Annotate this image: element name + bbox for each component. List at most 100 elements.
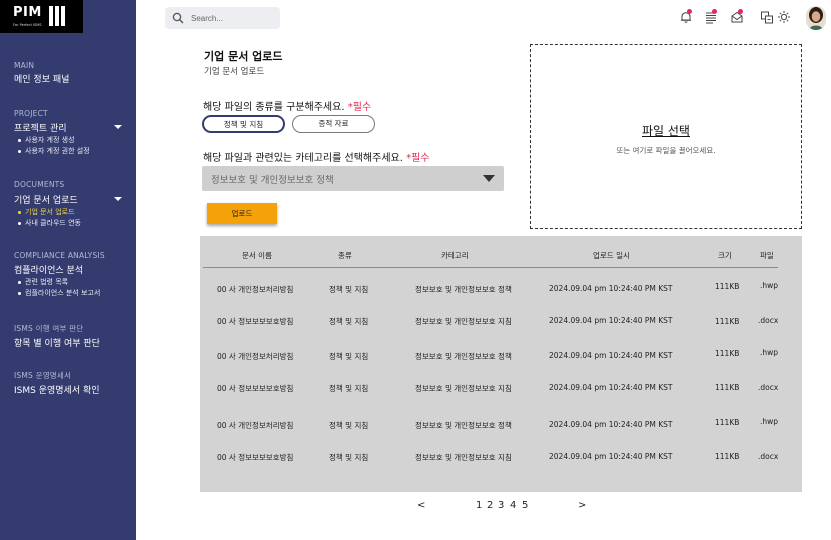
nav-sub-item[interactable]: 사용자 계정 권한 설정 xyxy=(18,146,90,156)
required-marker: *필수 xyxy=(406,153,430,164)
notification-badge xyxy=(712,9,717,14)
column-header-type: 종류 xyxy=(338,251,352,260)
cell-doc-size: 111KB xyxy=(715,418,740,427)
pagination-page[interactable]: 3 xyxy=(498,500,504,511)
avatar-icon xyxy=(806,6,826,30)
nav-sub-item-label: 사내 클라우드 연동 xyxy=(25,219,81,227)
nav-sub-item[interactable]: 사내 클라우드 연동 xyxy=(18,218,81,228)
section-label-compliance: COMPLIANCE ANALYSIS xyxy=(14,251,105,260)
cell-doc-name: 00 사 개인정보처리방침 xyxy=(217,421,294,430)
pagination-next[interactable]: > xyxy=(578,500,586,511)
cell-doc-type: 정책 및 지침 xyxy=(329,384,369,393)
cell-doc-file-ext[interactable]: .docx xyxy=(758,383,778,392)
bullet-icon xyxy=(18,280,21,284)
nav-isms-item-check[interactable]: 항목 별 이행 여부 판단 xyxy=(14,336,100,349)
cell-doc-file-ext[interactable]: .hwp xyxy=(760,281,778,290)
cell-doc-category: 정보보호 및 개인정보보호 지침 xyxy=(415,317,512,326)
cell-doc-file-ext[interactable]: .hwp xyxy=(760,348,778,357)
cell-doc-name: 00 사 개인정보처리방침 xyxy=(217,352,294,361)
cell-doc-size: 111KB xyxy=(715,383,740,392)
column-header-name: 문서 이름 xyxy=(242,251,272,260)
nav-sub-item-active[interactable]: 기업 문서 업로드 xyxy=(18,207,75,217)
column-header-upload-time: 업로드 일시 xyxy=(593,251,630,260)
sidebar: PIM For Perfect ISMS MAIN 메인 정보 패널 PROJE… xyxy=(0,0,136,540)
breadcrumb: 기업 문서 업로드 xyxy=(204,67,265,77)
nav-sub-item[interactable]: 관련 법령 목록 xyxy=(18,277,68,287)
cell-doc-type: 정책 및 지침 xyxy=(329,317,369,326)
nav-sub-item[interactable]: 컴플라이언스 분석 보고서 xyxy=(18,288,100,298)
search-box[interactable] xyxy=(165,7,280,29)
bullet-icon xyxy=(18,210,21,214)
chevron-down-icon[interactable] xyxy=(114,125,122,129)
page-title: 기업 문서 업로드 xyxy=(204,50,283,63)
cell-doc-size: 111KB xyxy=(715,317,740,326)
cell-doc-upload-time: 2024.09.04 pm 10:24:40 PM KST xyxy=(549,383,673,392)
file-type-question-text: 해당 파일의 종류를 구분해주세요. xyxy=(203,102,345,113)
nav-document-upload[interactable]: 기업 문서 업로드 xyxy=(14,193,78,206)
notification-badge xyxy=(738,9,743,14)
cell-doc-file-ext[interactable]: .docx xyxy=(758,316,778,325)
section-label-documents: DOCUMENTS xyxy=(14,180,65,189)
category-select[interactable]: 정보보호 및 개인정보보호 정책 xyxy=(202,166,504,191)
logo[interactable]: PIM For Perfect ISMS xyxy=(0,0,83,33)
search-input[interactable] xyxy=(191,10,275,26)
brightness-icon[interactable] xyxy=(777,10,791,24)
nav-sub-item-label: 컴플라이언스 분석 보고서 xyxy=(25,289,101,297)
upload-button[interactable]: 업로드 xyxy=(207,203,277,224)
dropdown-arrow-icon xyxy=(483,175,495,182)
bullet-icon xyxy=(18,291,21,295)
section-label-isms-check: ISMS 이행 여부 판단 xyxy=(14,324,84,333)
bullet-icon xyxy=(18,138,21,142)
header-divider xyxy=(203,267,778,268)
cell-doc-name: 00 사 개인정보처리방침 xyxy=(217,285,294,294)
column-header-file: 파일 xyxy=(760,251,774,260)
pagination-page[interactable]: 2 xyxy=(487,500,493,511)
cell-doc-upload-time: 2024.09.04 pm 10:24:40 PM KST xyxy=(549,284,673,293)
cell-doc-file-ext[interactable]: .hwp xyxy=(760,417,778,426)
cell-doc-upload-time: 2024.09.04 pm 10:24:40 PM KST xyxy=(549,316,673,325)
category-question: 해당 파일과 관련있는 카테고리를 선택해주세요. *필수 xyxy=(203,149,430,164)
cell-doc-file-ext[interactable]: .docx xyxy=(758,452,778,461)
nav-compliance-analysis[interactable]: 컴플라이언스 분석 xyxy=(14,263,83,276)
section-label-main: MAIN xyxy=(14,61,35,70)
cell-doc-type: 정책 및 지침 xyxy=(329,453,369,462)
cell-doc-name: 00 사 정보보보보호방침 xyxy=(217,384,294,393)
logo-bars-icon xyxy=(49,6,69,26)
cell-doc-name: 00 사 정보보보보호방침 xyxy=(217,317,294,326)
pagination-prev[interactable]: < xyxy=(417,500,425,511)
bullet-icon xyxy=(18,149,21,153)
nav-sub-item-label: 관련 법령 목록 xyxy=(25,278,69,286)
type-option-evidence[interactable]: 증적 자료 xyxy=(292,115,375,133)
cell-doc-size: 111KB xyxy=(715,349,740,358)
notification-badge xyxy=(687,9,692,14)
search-icon xyxy=(172,12,184,24)
translate-icon[interactable] xyxy=(760,10,774,24)
pagination-page[interactable]: 5 xyxy=(522,500,528,511)
column-header-category: 카테고리 xyxy=(441,251,469,260)
nav-isms-spec[interactable]: ISMS 운영명세서 확인 xyxy=(14,383,100,396)
chevron-down-icon[interactable] xyxy=(114,197,122,201)
nav-project-management[interactable]: 프로젝트 관리 xyxy=(14,121,67,134)
cell-doc-upload-time: 2024.09.04 pm 10:24:40 PM KST xyxy=(549,351,673,360)
category-question-text: 해당 파일과 관련있는 카테고리를 선택해주세요. xyxy=(203,153,403,164)
user-avatar[interactable] xyxy=(806,6,826,30)
category-select-value: 정보보호 및 개인정보보호 정책 xyxy=(211,175,334,186)
nav-sub-item-label: 기업 문서 업로드 xyxy=(25,208,75,216)
cell-doc-upload-time: 2024.09.04 pm 10:24:40 PM KST xyxy=(549,452,673,461)
pagination-page[interactable]: 4 xyxy=(510,500,516,511)
pagination-page[interactable]: 1 xyxy=(476,500,482,511)
nav-main-dashboard[interactable]: 메인 정보 패널 xyxy=(14,72,69,85)
file-dropzone[interactable]: 파일 선택 또는 여기로 파일을 끌어오세요. xyxy=(530,44,802,229)
type-option-policy[interactable]: 정책 및 지침 xyxy=(202,115,285,133)
cell-doc-type: 정책 및 지침 xyxy=(329,352,369,361)
bullet-icon xyxy=(18,221,21,225)
nav-sub-item-label: 사용자 계정 생성 xyxy=(25,136,75,144)
cell-doc-category: 정보보호 및 개인정보보호 지침 xyxy=(415,384,512,393)
logo-text: PIM xyxy=(13,5,42,20)
section-label-project: PROJECT xyxy=(14,109,48,118)
file-select-link[interactable]: 파일 선택 xyxy=(531,122,801,139)
cell-doc-type: 정책 및 지침 xyxy=(329,421,369,430)
cell-doc-size: 111KB xyxy=(715,282,740,291)
nav-sub-item[interactable]: 사용자 계정 생성 xyxy=(18,135,75,145)
required-marker: *필수 xyxy=(347,102,372,113)
